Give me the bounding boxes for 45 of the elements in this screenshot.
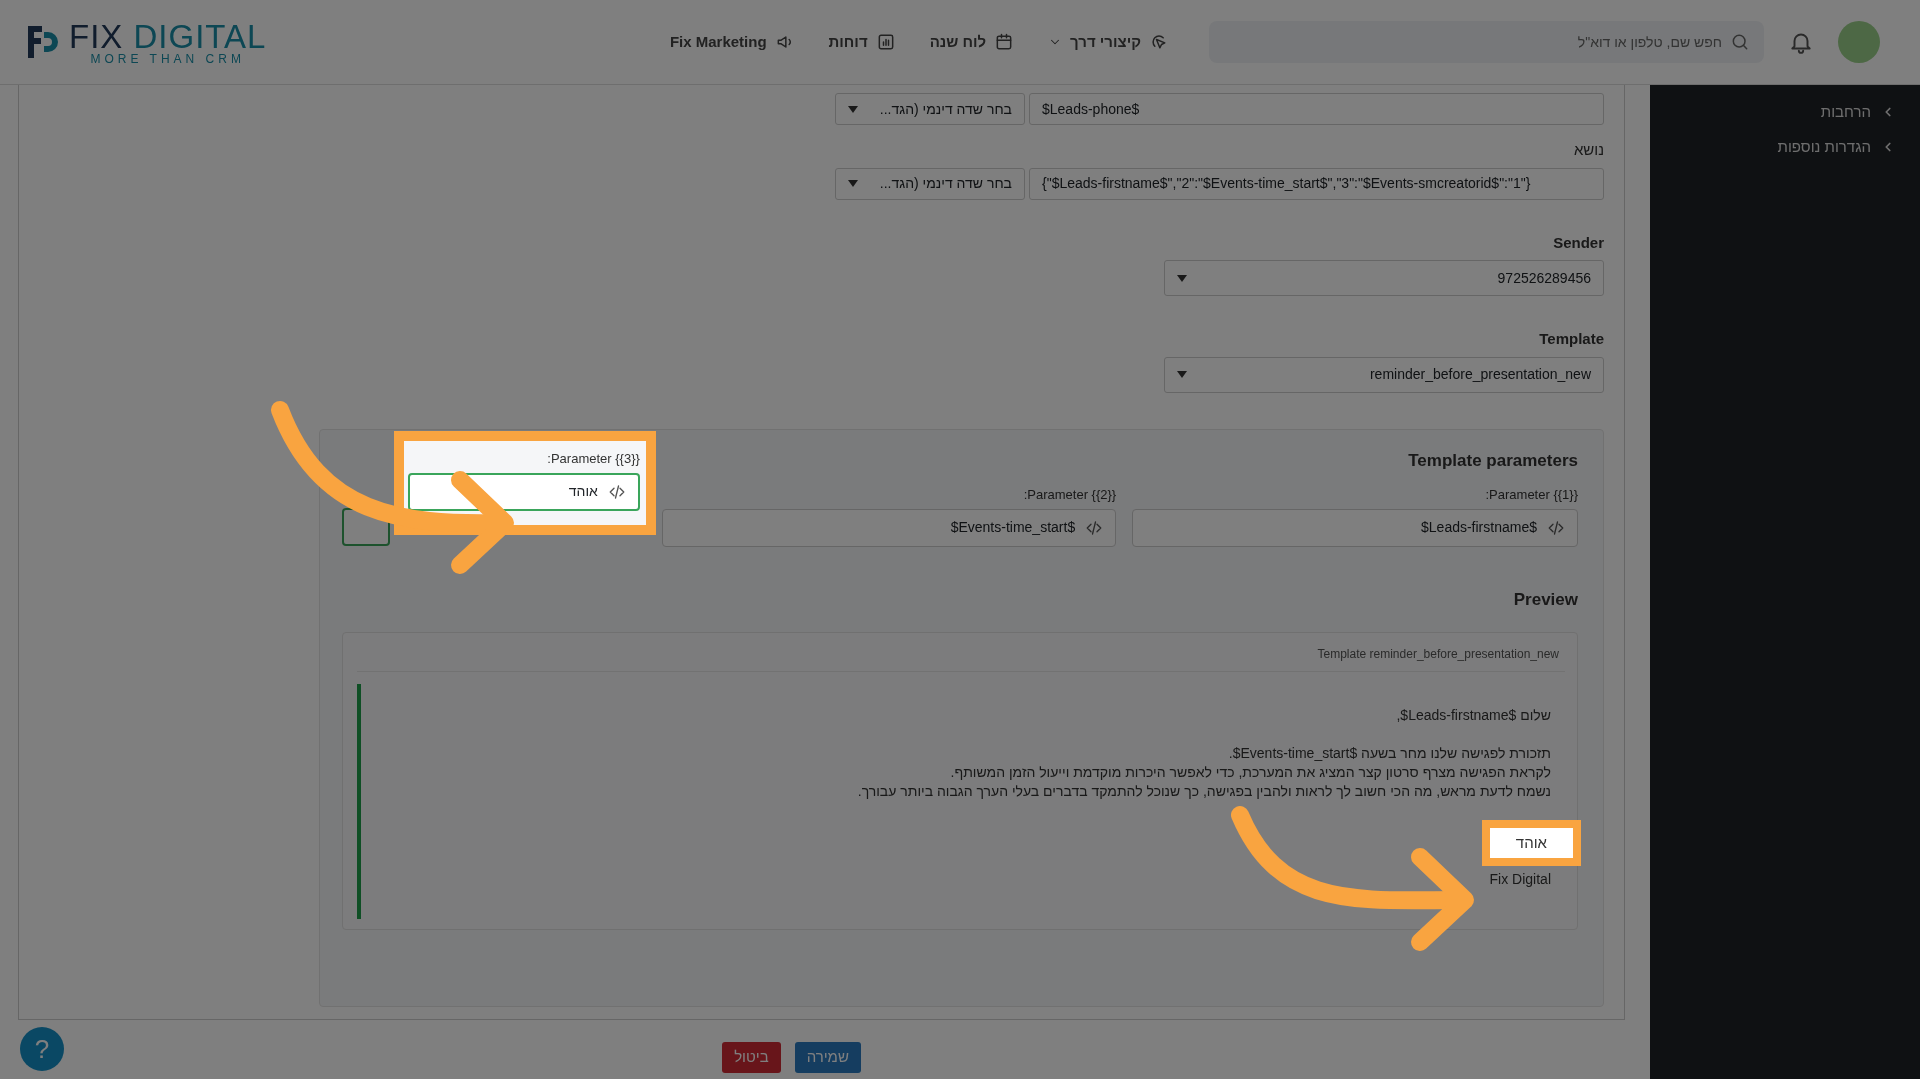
caret-icon [1177, 371, 1187, 378]
logo-tagline: MORE THAN CRM [90, 52, 245, 65]
code-icon [607, 482, 626, 501]
code-icon [1547, 518, 1565, 537]
search-icon [1730, 32, 1750, 52]
message-line: שלום $Leads-firstname$, [1395, 706, 1551, 725]
cursor-icon [1149, 32, 1169, 52]
nav-link[interactable]: לוח שנה [929, 30, 1015, 54]
logo-text: FIX DIGITAL [69, 19, 267, 53]
nav-link[interactable]: Fix Marketing [669, 30, 795, 54]
input-field[interactable]: $Events-time_start$ [661, 508, 1117, 547]
field-label: נושא [1572, 140, 1604, 160]
input-field[interactable]: $Leads-phone$ [1029, 93, 1604, 125]
highlighted-text: אוהד [1481, 819, 1581, 867]
input-field[interactable]: אוהד [407, 472, 640, 511]
message-line: Fix Digital [1488, 870, 1551, 889]
message-line: תזכורת לפגישה שלנו מחר בשעה $Events-time_start$. [1227, 743, 1551, 763]
section-title: Preview [1513, 588, 1578, 611]
save-button[interactable]: שמירה [794, 1042, 861, 1073]
input-field[interactable]: {"$Leads-firstname$","2":"$Events-time_start$","3":"$Events-smcreatorid$":"1"} [1029, 167, 1604, 200]
input-field[interactable]: $Leads-firstname$ [1132, 508, 1578, 547]
field-label: Template [1538, 329, 1604, 349]
section-title: Template parameters [1408, 449, 1578, 472]
message-line: נשמח לדעת מראש, מה הכי חשוב לך לראות ולהבין בפגישה, כך שנוכל להתמקד בדברים בעלי הערך הגבוה ביותר עבורך. [856, 781, 1551, 801]
parameter-label: Parameter {{2}}: [1022, 486, 1117, 504]
select-field[interactable]: 972526289456 [1164, 260, 1604, 296]
code-icon [1085, 518, 1104, 537]
message-line: לקראת הפגישה מצרף סרטון קצר המציג את המערכת, כדי לאפשר היכרות מוקדמת וייעול הזמן המשותף. [949, 762, 1551, 782]
parameter-label: Parameter {{3}}: [546, 450, 640, 468]
nav-link[interactable]: קיצורי דרך [1048, 30, 1169, 54]
select-field[interactable]: reminder_before_presentation_new [1164, 356, 1604, 393]
caret-icon [848, 105, 858, 113]
field-label: Sender [1552, 232, 1604, 253]
sidebar-item[interactable]: הרחבות [1650, 95, 1920, 130]
search-field[interactable]: חפש שם, טלפון או דוא"ל [1209, 21, 1764, 63]
caret-icon [848, 180, 858, 187]
parameter-label: Parameter {{1}}: [1484, 486, 1578, 504]
template-name: Template reminder_before_presentation_new [357, 645, 1565, 672]
nav-link[interactable]: דוחות [828, 30, 896, 54]
sidebar-item[interactable]: הגדרות נוספות [1650, 129, 1920, 164]
select-field[interactable]: בחר שדה דינמי (הגד... [835, 167, 1025, 200]
cancel-button[interactable]: ביטול [722, 1042, 781, 1073]
caret-icon [1177, 274, 1187, 282]
help-button[interactable]: ? [20, 1027, 64, 1071]
select-field[interactable]: בחר שדה דינמי (הגד... [835, 93, 1025, 125]
